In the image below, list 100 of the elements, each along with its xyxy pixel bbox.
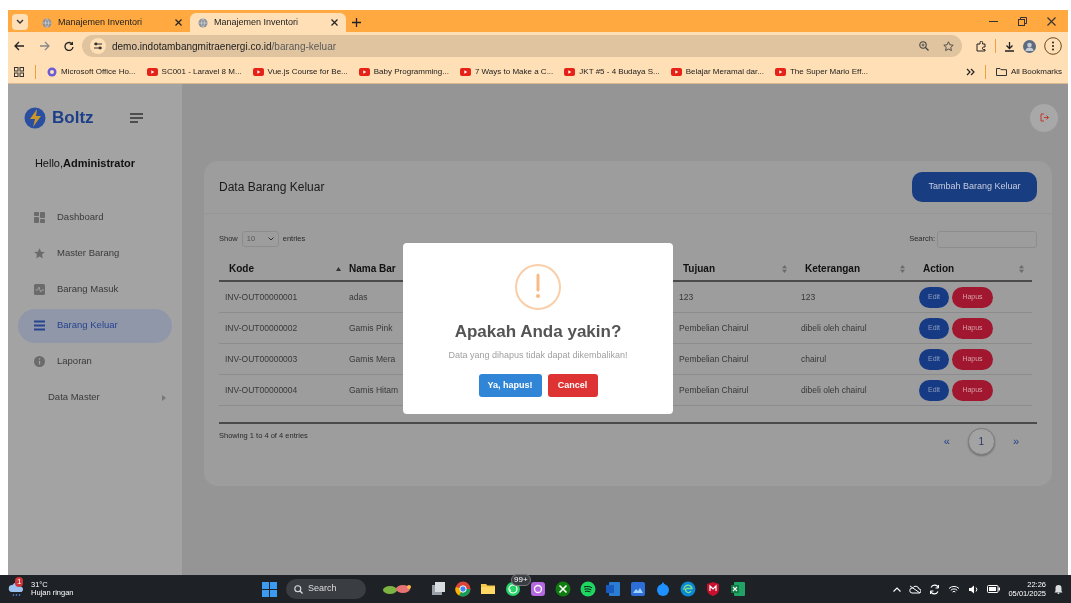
bookmark-link[interactable]: Vue.js Course for Be... (252, 65, 348, 78)
chevron-down-icon (16, 19, 24, 25)
bookmark-link[interactable]: The Super Mario Eff... (774, 65, 869, 78)
table-cell: Gamis Hitam (349, 383, 399, 397)
column-header[interactable]: Action (923, 261, 955, 276)
site-settings-icon[interactable] (90, 38, 106, 54)
notification-badge: 1 (15, 577, 24, 587)
play-button-icon (146, 67, 158, 76)
edge-browser-icon[interactable] (680, 581, 696, 597)
sidebar-item[interactable]: Dashboard (18, 200, 172, 235)
brand-name: Boltz (52, 107, 94, 130)
table-cell: Pembelian Chairul (679, 321, 749, 335)
speaker-icon[interactable] (968, 584, 980, 594)
office-logo-icon (47, 66, 57, 77)
sidebar-item[interactable]: Master Barang (18, 236, 172, 271)
shield-icon[interactable] (705, 581, 721, 597)
bookmark-link[interactable]: JKT #5 - 4 Budaya S... (564, 65, 660, 78)
pulse-square-icon (34, 284, 45, 295)
tab-list-button[interactable] (12, 14, 28, 30)
music-app-icon[interactable] (580, 581, 596, 597)
browser-icon[interactable] (455, 581, 471, 597)
taskbar-search[interactable]: Search (286, 579, 366, 599)
zoom-icon[interactable] (919, 41, 929, 51)
sidebar-item[interactable]: Barang Keluar (18, 308, 172, 343)
document-app-icon[interactable] (605, 581, 621, 597)
wifi-icon[interactable] (948, 584, 961, 594)
column-header[interactable]: Nama Bar (349, 261, 396, 276)
all-bookmarks-link[interactable]: All Bookmarks (995, 65, 1062, 78)
reload-icon[interactable] (64, 41, 74, 51)
close-icon[interactable] (175, 19, 182, 26)
add-button[interactable]: Tambah Barang Keluar (912, 172, 1037, 202)
play-button-icon (670, 67, 682, 76)
play-button-icon (774, 67, 786, 76)
restore-icon[interactable] (1018, 16, 1027, 26)
play-button-icon (252, 67, 264, 76)
table-cell: dibeli oleh chairul (801, 383, 867, 397)
plus-icon[interactable] (352, 18, 361, 27)
next-page-button[interactable]: » (1012, 433, 1019, 450)
birds-widget-icon[interactable] (381, 582, 413, 596)
greeting-text: Hello,Administrator (33, 156, 137, 171)
start-icon[interactable] (262, 581, 277, 597)
sidebar-item[interactable]: Barang Masuk (18, 272, 172, 307)
spreadsheet-app-icon[interactable] (730, 581, 746, 597)
apps-grid-icon[interactable] (14, 66, 24, 77)
hamburger-menu-icon[interactable] (129, 113, 143, 123)
tab-title: Manajemen Inventori (214, 15, 300, 29)
bookmark-link[interactable]: 7 Ways to Make a C... (459, 65, 554, 78)
photo-app-icon[interactable] (630, 581, 646, 597)
browser-tab[interactable]: Manajemen Inventori (190, 13, 346, 32)
address-bar[interactable]: demo.indotambangmitraenergi.co.id/barang-keluar (82, 35, 962, 57)
sidebar-item[interactable]: Laporan (18, 344, 172, 379)
sync-icon[interactable] (929, 583, 941, 595)
cloud-off-icon[interactable] (909, 584, 922, 594)
bookmark-link[interactable]: Baby Programming... (358, 65, 449, 78)
table-cell: INV-OUT00000003 (225, 352, 298, 366)
dialog-message: Data yang dihapus tidak dapat dikembalikan! (448, 348, 628, 362)
table-cell: Gamis Pink (349, 321, 393, 335)
folder-icon[interactable] (480, 581, 496, 597)
page-button[interactable]: 1 (967, 428, 995, 455)
profile-avatar-icon[interactable] (1023, 39, 1036, 53)
table-cell: INV-OUT00000001 (225, 290, 298, 304)
cancel-button[interactable]: Cancel (547, 374, 598, 397)
column-header[interactable]: Kode (229, 261, 254, 276)
browser-tab[interactable]: Manajemen Inventori (34, 13, 190, 32)
star-icon[interactable] (943, 40, 954, 52)
bookmark-link[interactable]: Belajar Meramal dar... (670, 65, 764, 78)
download-icon[interactable] (1004, 40, 1015, 52)
forward-arrow-icon[interactable] (39, 41, 50, 51)
search-icon (294, 584, 303, 594)
table-cell: adas (349, 290, 368, 304)
close-icon[interactable] (331, 19, 338, 26)
battery-icon[interactable] (987, 585, 1001, 593)
menu-dots-icon[interactable] (1044, 37, 1062, 55)
sort-ascending-icon[interactable] (336, 266, 341, 271)
table-cell: Gamis Mera (349, 352, 396, 366)
dashboard-grid-icon (34, 212, 45, 223)
bookmark-link[interactable]: Microsoft Office Ho... (47, 65, 136, 78)
drop-icon[interactable] (655, 581, 671, 597)
play-button-icon (564, 67, 576, 76)
previous-page-button[interactable]: « (943, 433, 950, 450)
table-cell: INV-OUT00000004 (225, 383, 298, 397)
puzzle-icon[interactable] (976, 40, 987, 52)
play-button-icon (459, 67, 471, 76)
globe-icon (42, 17, 52, 28)
column-header[interactable]: Tujuan (683, 261, 716, 276)
back-arrow-icon[interactable] (14, 41, 25, 51)
dialog-title: Apakah Anda yakin? (454, 321, 622, 343)
windows-stack-icon[interactable] (430, 581, 446, 597)
bookmark-link[interactable]: SC001 - Laravel 8 M... (146, 65, 242, 78)
chevron-double-right-icon[interactable] (965, 67, 975, 76)
info-circle-icon (34, 356, 45, 367)
bell-icon[interactable] (1054, 584, 1063, 594)
sidebar-item[interactable]: Data Master (18, 380, 172, 415)
game-controller-icon[interactable] (555, 581, 571, 597)
column-header[interactable]: Keterangan (805, 261, 860, 276)
list-icon (34, 320, 45, 331)
confirm-button[interactable]: Ya, hapus! (478, 374, 542, 397)
close-icon[interactable] (1047, 16, 1056, 26)
table-cell: chairul (801, 352, 827, 366)
chevron-up-icon[interactable] (893, 586, 902, 592)
